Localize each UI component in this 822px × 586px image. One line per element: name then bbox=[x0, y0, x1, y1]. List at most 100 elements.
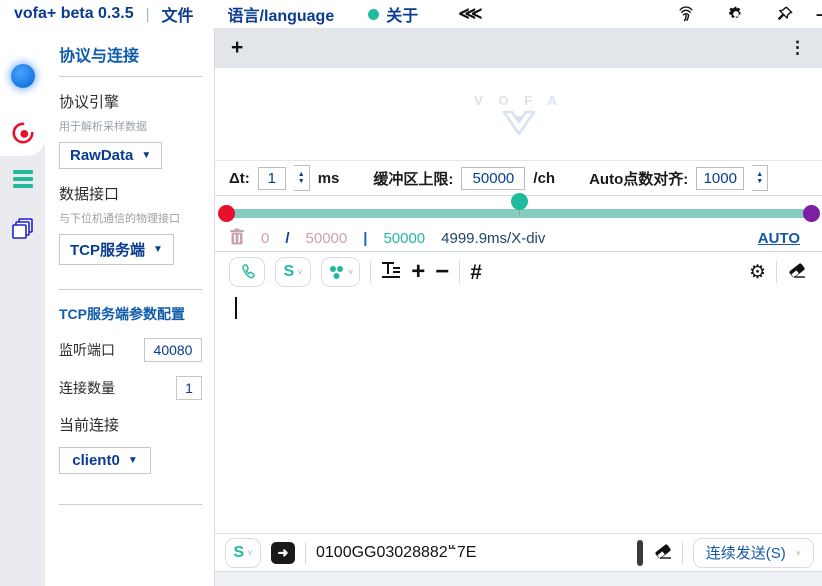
divider bbox=[59, 504, 202, 505]
dt-value-box[interactable]: 1 bbox=[258, 167, 286, 190]
chevron-down-icon: ˅ bbox=[796, 548, 801, 558]
cluster-dropdown-button[interactable]: ˅ bbox=[321, 257, 360, 287]
plot-toolbar: S ˅ ˅ bbox=[215, 252, 822, 292]
send-mode-label: 连续发送(S) bbox=[706, 542, 786, 563]
slider-right-knob[interactable] bbox=[803, 205, 820, 222]
divider bbox=[59, 289, 202, 290]
splitter-handle[interactable] bbox=[637, 540, 643, 566]
sampling-controls-row: Δt: 1 ▲ ▼ ms 缓冲区上限: 50000 /ch Auto点数对齐: … bbox=[215, 160, 822, 196]
buffer-value-box[interactable]: 50000 bbox=[461, 167, 525, 190]
send-input-text: 7E bbox=[457, 544, 477, 562]
auto-align-value-box[interactable]: 1000 bbox=[696, 167, 744, 190]
send-mode-dropdown[interactable]: 连续发送(S) ˅ bbox=[693, 538, 814, 568]
spin-up-icon[interactable]: ▲ bbox=[756, 171, 763, 178]
engine-dropdown[interactable]: RawData ▼ bbox=[59, 142, 162, 169]
toolbar-separator bbox=[370, 261, 371, 283]
zoom-out-button[interactable]: − bbox=[435, 260, 449, 284]
record-tab-icon[interactable] bbox=[0, 120, 45, 146]
buffer-capacity: 50000 bbox=[306, 230, 348, 247]
spin-up-icon[interactable]: ▲ bbox=[298, 171, 305, 178]
menu-about[interactable]: 关于 bbox=[368, 2, 418, 26]
auto-align-stepper[interactable]: ▲ ▼ bbox=[752, 165, 768, 191]
control-char-glyph: ᄔ bbox=[448, 541, 457, 556]
handset-tool-button[interactable] bbox=[229, 257, 265, 287]
chevron-down-icon: ˅ bbox=[247, 548, 252, 558]
engine-desc: 用于解析采样数据 bbox=[59, 118, 202, 134]
dt-stepper[interactable]: ▲ ▼ bbox=[294, 165, 310, 191]
text-format-button[interactable] bbox=[381, 261, 401, 284]
sampler-dropdown-button[interactable]: S ˅ bbox=[275, 257, 311, 287]
menu-language[interactable]: 语言/language bbox=[228, 2, 335, 26]
buffer-unit: /ch bbox=[533, 170, 555, 187]
vofa-window: vofa+ beta 0.3.5 | 文件 语言/language 关于 ⋘ bbox=[0, 0, 822, 586]
fingerprint-icon[interactable] bbox=[676, 4, 696, 24]
points-used: 0 bbox=[261, 230, 269, 247]
dt-unit: ms bbox=[318, 170, 340, 187]
log-canvas[interactable] bbox=[215, 292, 822, 533]
slider-mid-knob[interactable] bbox=[511, 193, 528, 210]
spin-down-icon[interactable]: ▼ bbox=[298, 178, 305, 185]
send-format-dropdown[interactable]: S ˅ bbox=[225, 538, 261, 568]
add-tab-button[interactable]: + bbox=[231, 36, 243, 60]
listen-port-row: 监听端口 bbox=[59, 338, 202, 362]
send-bar: S ˅ ➜ 0100GG03028882ᄔ7E bbox=[215, 533, 822, 571]
auto-scale-button[interactable]: AUTO bbox=[758, 230, 800, 247]
titlebar-right-icons bbox=[676, 0, 822, 28]
spin-down-icon[interactable]: ▼ bbox=[756, 178, 763, 185]
clear-eraser-icon[interactable] bbox=[787, 261, 806, 283]
text-cursor bbox=[235, 297, 237, 319]
chevron-down-icon: ▼ bbox=[141, 150, 151, 161]
port-input[interactable] bbox=[144, 338, 202, 362]
title-bar: vofa+ beta 0.3.5 | 文件 语言/language 关于 ⋘ bbox=[0, 0, 822, 28]
interface-dropdown[interactable]: TCP服务端 ▼ bbox=[59, 234, 174, 265]
protocol-panel: 协议与连接 协议引擎 用于解析采样数据 RawData ▼ 数据接口 与下位机通… bbox=[45, 28, 215, 586]
blue-ball-icon bbox=[11, 64, 35, 88]
vofa-logo-icon bbox=[502, 110, 536, 136]
arrow-right-icon: ➜ bbox=[278, 545, 289, 561]
window-points: 50000 bbox=[383, 230, 425, 247]
toolbar-separator bbox=[459, 261, 460, 283]
chevron-down-icon: ▼ bbox=[153, 244, 163, 255]
stats-bar: | bbox=[363, 230, 367, 247]
buffer-range-slider[interactable] bbox=[215, 196, 822, 226]
connection-status-icon[interactable] bbox=[0, 64, 45, 88]
xdiv-readout: 4999.9ms/X-div bbox=[441, 230, 545, 247]
port-label: 监听端口 bbox=[59, 340, 115, 360]
slider-left-knob[interactable] bbox=[218, 205, 235, 222]
current-conn-label: 当前连接 bbox=[59, 414, 202, 435]
conn-label: 连接数量 bbox=[59, 378, 115, 398]
tcp-config-heading: TCP服务端参数配置 bbox=[59, 304, 202, 324]
menu-about-label: 关于 bbox=[386, 2, 418, 26]
collapse-chevrons-icon[interactable]: ⋘ bbox=[458, 4, 480, 24]
conn-count-input[interactable] bbox=[176, 376, 202, 400]
zoom-in-button[interactable]: + bbox=[411, 260, 425, 284]
stats-slash: / bbox=[285, 230, 289, 247]
current-conn-dropdown[interactable]: client0 ▼ bbox=[59, 447, 151, 474]
menu-file[interactable]: 文件 bbox=[162, 2, 194, 26]
tab-overflow-menu[interactable]: ⋮ bbox=[789, 38, 806, 58]
window-minimize-icon[interactable]: – bbox=[816, 4, 822, 25]
settings-gear-icon[interactable] bbox=[726, 4, 746, 24]
hash-button[interactable]: # bbox=[470, 262, 482, 283]
plot-settings-gear-icon[interactable]: ⚙ bbox=[749, 261, 766, 284]
pin-icon[interactable] bbox=[776, 5, 794, 23]
sampler-s-label: S bbox=[284, 263, 295, 281]
clear-send-eraser-icon[interactable] bbox=[653, 542, 672, 564]
chevron-down-icon: ˅ bbox=[348, 267, 353, 277]
send-input[interactable]: 0100GG03028882ᄔ7E bbox=[316, 544, 627, 562]
buffer-stats-row: 0 / 50000 | 50000 4999.9ms/X-div AUTO bbox=[215, 226, 822, 252]
send-button[interactable]: ➜ bbox=[271, 542, 295, 564]
trash-icon[interactable] bbox=[229, 228, 245, 249]
list-menu-icon[interactable] bbox=[0, 168, 45, 190]
interface-value: TCP服务端 bbox=[70, 239, 145, 260]
slider-track[interactable] bbox=[223, 209, 816, 218]
watermark-text: V O F A bbox=[474, 93, 562, 108]
app-body: 协议与连接 协议引擎 用于解析采样数据 RawData ▼ 数据接口 与下位机通… bbox=[0, 28, 822, 586]
bottom-scrollbar-strip bbox=[215, 571, 822, 586]
vofa-watermark: V O F A bbox=[474, 93, 562, 136]
buffer-label: 缓冲区上限: bbox=[373, 168, 453, 189]
windows-copy-icon[interactable] bbox=[0, 216, 45, 242]
title-separator: | bbox=[146, 6, 150, 23]
engine-label: 协议引擎 bbox=[59, 91, 202, 112]
divider bbox=[59, 76, 202, 77]
